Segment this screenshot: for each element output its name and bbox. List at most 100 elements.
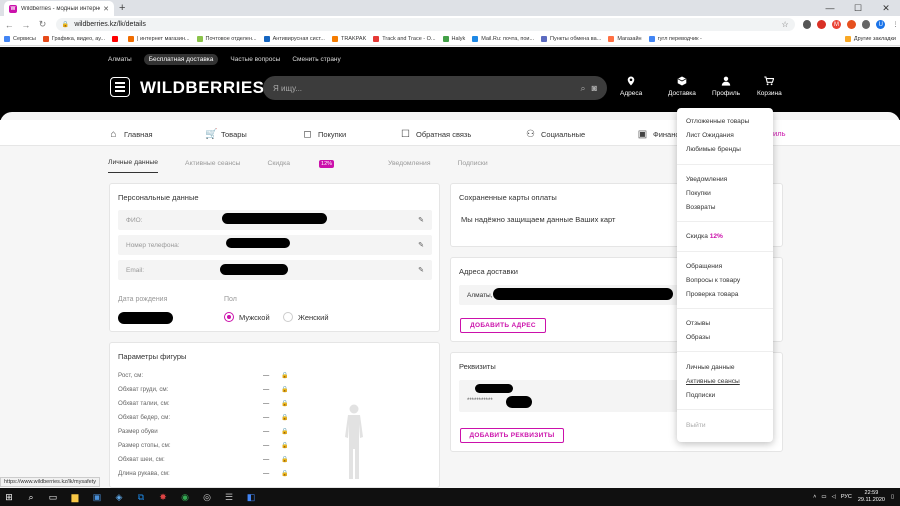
back-icon[interactable]: ← bbox=[2, 20, 17, 30]
faq-link[interactable]: Частые вопросы bbox=[230, 56, 280, 63]
pencil-icon[interactable]: ✎ bbox=[418, 266, 424, 274]
app-icon[interactable]: ☰ bbox=[220, 488, 238, 506]
camera-icon[interactable]: ◙ bbox=[592, 83, 597, 93]
measure-row[interactable]: Рост, см: — 🔒 bbox=[118, 372, 293, 379]
gender-female-radio[interactable]: Женский bbox=[283, 312, 329, 322]
volume-icon[interactable]: ◁ bbox=[832, 494, 836, 500]
free-delivery-link[interactable]: Бесплатная доставка bbox=[143, 54, 219, 65]
browser-tab[interactable]: W Wildberries - модный интерне... ✕ bbox=[4, 1, 114, 16]
bookmark-item[interactable]: Антивирусная сист... bbox=[263, 36, 325, 42]
bookmark-item[interactable] bbox=[111, 36, 121, 42]
site-logo[interactable]: WILDBERRIES bbox=[140, 78, 265, 98]
network-icon[interactable]: ▭ bbox=[821, 494, 826, 500]
bookmark-item[interactable]: Почтовое отделен... bbox=[196, 36, 257, 42]
header-nav-profile[interactable]: Профиль bbox=[712, 76, 740, 97]
add-requisites-button[interactable]: ДОБАВИТЬ РЕКВИЗИТЫ bbox=[460, 428, 564, 443]
steam-icon[interactable]: ◎ bbox=[198, 488, 216, 506]
pencil-icon[interactable]: ✎ bbox=[418, 241, 424, 249]
subtab-notifications[interactable]: Уведомления bbox=[388, 160, 431, 167]
header-nav-addresses[interactable]: Адреса bbox=[620, 76, 642, 97]
menu-item-looks[interactable]: Образы bbox=[686, 334, 710, 341]
measure-row[interactable]: Обхват груди, см: — 🔒 bbox=[118, 386, 293, 393]
menu-item-brands[interactable]: Любимые бренды bbox=[686, 146, 741, 153]
menu-item-purchases[interactable]: Покупки bbox=[686, 190, 711, 197]
menu-item-active-sessions[interactable]: Активные сеансы bbox=[686, 378, 740, 385]
menu-burger-icon[interactable] bbox=[110, 77, 130, 97]
subtab-subscriptions[interactable]: Подписки bbox=[458, 160, 488, 167]
url-input[interactable]: 🔒 wildberries.kz/lk/details ☆ bbox=[55, 18, 795, 31]
maximize-icon[interactable]: ☐ bbox=[844, 0, 872, 16]
app-icon[interactable]: ◧ bbox=[242, 488, 260, 506]
category-home[interactable]: ⌂ Главная bbox=[108, 129, 152, 140]
chrome-icon[interactable]: ◉ bbox=[176, 488, 194, 506]
reload-icon[interactable]: ↻ bbox=[35, 19, 50, 30]
bookmark-item[interactable]: TRAKPAK bbox=[331, 36, 366, 42]
pencil-icon[interactable]: ✎ bbox=[418, 216, 424, 224]
other-bookmarks[interactable]: Другие закладки bbox=[844, 36, 896, 42]
subtab-discount[interactable]: Скидка 12% bbox=[267, 159, 361, 168]
header-nav-delivery[interactable]: Доставка bbox=[668, 76, 696, 97]
extension-icon[interactable] bbox=[846, 20, 856, 29]
menu-item-logout[interactable]: Выйти bbox=[686, 422, 706, 429]
gmail-icon[interactable]: M bbox=[832, 20, 841, 29]
bookmark-item[interactable]: гугл переводчик - bbox=[648, 36, 702, 42]
minimize-icon[interactable]: — bbox=[816, 0, 844, 16]
change-country-link[interactable]: Сменить страну bbox=[292, 56, 340, 63]
file-explorer-icon[interactable]: ▆ bbox=[66, 488, 84, 506]
app-icon[interactable]: ◈ bbox=[110, 488, 128, 506]
gender-male-radio[interactable]: Мужской bbox=[224, 312, 270, 322]
windows-start-icon[interactable]: ⊞ bbox=[0, 488, 18, 506]
category-feedback[interactable]: ☐ Обратная связь bbox=[400, 129, 471, 140]
category-social[interactable]: ⚇ Социальные bbox=[525, 129, 585, 140]
category-purchases[interactable]: ◻ Покупки bbox=[302, 129, 346, 140]
bookmark-item[interactable]: Halyk bbox=[442, 36, 465, 42]
menu-kebab-icon[interactable]: ⋮ bbox=[891, 20, 900, 29]
close-tab-icon[interactable]: ✕ bbox=[103, 5, 109, 13]
measure-row[interactable]: Обхват шеи, см: — 🔒 bbox=[118, 456, 293, 463]
search-icon[interactable]: ⌕ bbox=[22, 488, 40, 506]
close-window-icon[interactable]: ✕ bbox=[872, 0, 900, 16]
bookmark-item[interactable]: Магазайн bbox=[608, 36, 642, 42]
category-goods[interactable]: 🛒 Товары bbox=[205, 129, 247, 140]
avatar[interactable]: U bbox=[876, 20, 886, 29]
add-address-button[interactable]: ДОБАВИТЬ АДРЕС bbox=[460, 318, 546, 333]
chevron-up-icon[interactable]: ˄ bbox=[813, 494, 816, 500]
menu-item-waitlist[interactable]: Лист Ожидания bbox=[686, 132, 734, 139]
extension-icon[interactable] bbox=[817, 20, 827, 29]
menu-item-product-questions[interactable]: Вопросы к товару bbox=[686, 277, 740, 284]
extension-icon[interactable] bbox=[802, 20, 812, 29]
subtab-personal-data[interactable]: Личные данные bbox=[108, 159, 159, 173]
menu-item-returns[interactable]: Возвраты bbox=[686, 204, 715, 211]
menu-item-notifications[interactable]: Уведомления bbox=[686, 176, 727, 183]
app-icon[interactable]: ✸ bbox=[154, 488, 172, 506]
new-tab-icon[interactable]: + bbox=[119, 2, 125, 14]
menu-item-personal-data[interactable]: Личные данные bbox=[686, 364, 735, 371]
notifications-icon[interactable]: ▯ bbox=[891, 494, 894, 500]
language-indicator[interactable]: РУС bbox=[841, 494, 852, 500]
measure-row[interactable]: Размер обуви — 🔒 bbox=[118, 428, 293, 435]
category-profile-partial[interactable]: иль bbox=[773, 129, 785, 138]
task-view-icon[interactable]: ▭ bbox=[44, 488, 62, 506]
app-icon[interactable]: ⧉ bbox=[132, 488, 150, 506]
menu-item-subscriptions[interactable]: Подписки bbox=[686, 392, 715, 399]
city-link[interactable]: Алматы bbox=[108, 56, 132, 63]
bookmark-item[interactable]: Сервисы bbox=[4, 36, 36, 42]
menu-item-requests[interactable]: Обращения bbox=[686, 263, 722, 270]
subtab-active-sessions[interactable]: Активные сеансы bbox=[185, 160, 240, 167]
forward-icon[interactable]: → bbox=[19, 20, 34, 30]
header-nav-cart[interactable]: Корзина bbox=[757, 76, 782, 97]
menu-item-product-check[interactable]: Проверка товара bbox=[686, 291, 738, 298]
bookmark-item[interactable]: Пункты обмена ва... bbox=[541, 36, 601, 42]
search-input[interactable]: Я ищу... ⌕ ◙ bbox=[263, 76, 607, 100]
puzzle-icon[interactable] bbox=[861, 20, 871, 29]
bookmark-star-icon[interactable]: ☆ bbox=[781, 20, 788, 29]
menu-item-discount[interactable]: Скидка 12% bbox=[686, 233, 723, 240]
measure-row[interactable]: Размер стопы, см: — 🔒 bbox=[118, 442, 293, 449]
measure-row[interactable]: Обхват бедер, см: — 🔒 bbox=[118, 414, 293, 421]
menu-item-reviews[interactable]: Отзывы bbox=[686, 320, 710, 327]
measure-row[interactable]: Длина рукава, см: — 🔒 bbox=[118, 470, 293, 477]
lock-icon[interactable]: 🔒 bbox=[62, 21, 69, 28]
bookmark-item[interactable]: Mail.Ru: почта, пои... bbox=[472, 36, 534, 42]
search-icon[interactable]: ⌕ bbox=[581, 83, 586, 94]
bookmark-item[interactable]: | интернет магазин... bbox=[127, 36, 190, 42]
